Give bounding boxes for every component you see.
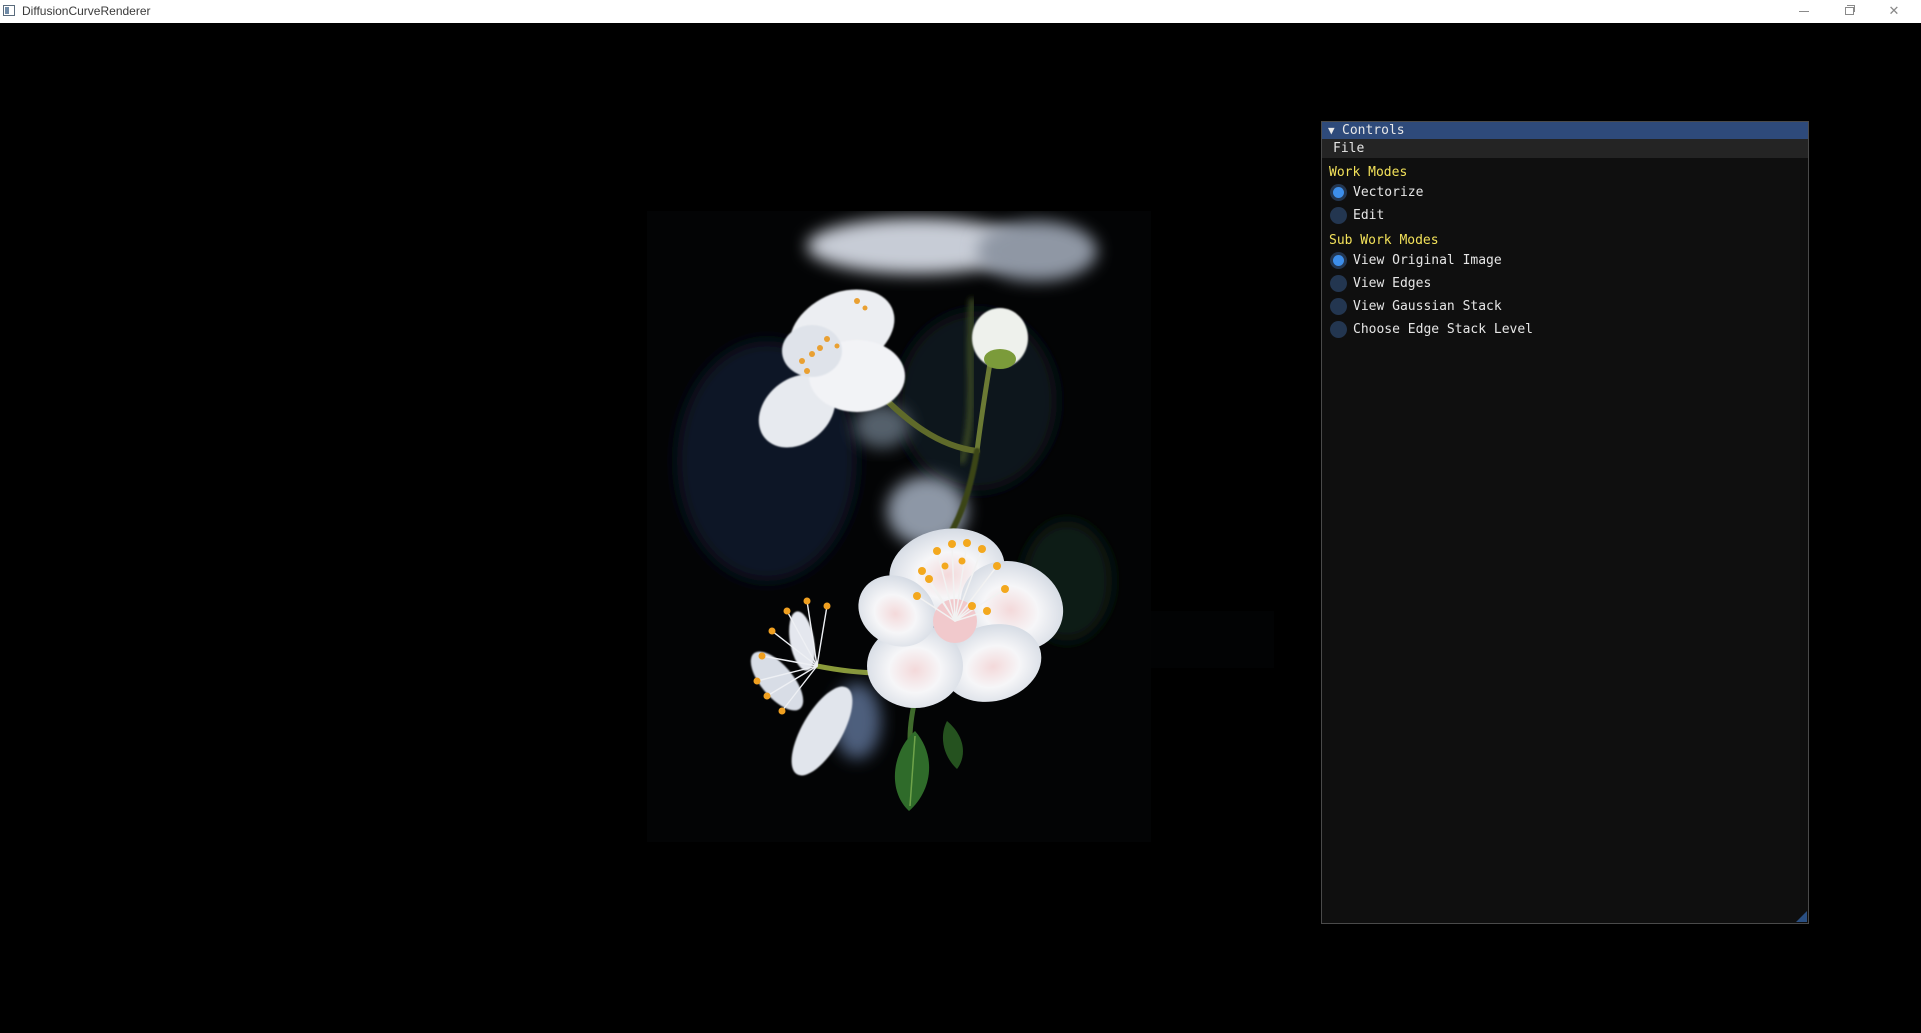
radio-button-icon[interactable] xyxy=(1330,321,1347,338)
controls-panel-header[interactable]: ▼ Controls xyxy=(1322,122,1808,139)
render-viewport[interactable]: ▼ Controls File Work Modes Vectorize Edi… xyxy=(0,23,1921,1033)
minimize-button[interactable] xyxy=(1781,0,1827,22)
panel-menubar: File xyxy=(1322,139,1808,158)
close-button[interactable]: ✕ xyxy=(1871,0,1917,22)
radio-button-icon[interactable] xyxy=(1330,184,1347,201)
sub-work-modes-label: Sub Work Modes xyxy=(1329,233,1439,248)
close-icon: ✕ xyxy=(1888,3,1900,19)
app-icon xyxy=(3,5,15,16)
radio-label: Vectorize xyxy=(1353,185,1424,200)
radio-button-icon[interactable] xyxy=(1330,275,1347,292)
restore-button[interactable] xyxy=(1826,0,1872,22)
window-title: DiffusionCurveRenderer xyxy=(22,4,151,18)
radio-label: Choose Edge Stack Level xyxy=(1353,322,1534,337)
radio-label: View Edges xyxy=(1353,276,1432,291)
flower-photo xyxy=(647,211,1151,842)
work-modes-label: Work Modes xyxy=(1329,165,1408,180)
radio-button-icon[interactable] xyxy=(1330,207,1347,224)
window-title-bar[interactable]: DiffusionCurveRenderer ✕ xyxy=(0,0,1921,23)
menu-file[interactable]: File xyxy=(1333,141,1364,156)
radio-label: Edit xyxy=(1353,208,1385,223)
radio-label: View Gaussian Stack xyxy=(1353,299,1502,314)
controls-panel[interactable]: ▼ Controls File Work Modes Vectorize Edi… xyxy=(1321,121,1809,924)
minimize-icon xyxy=(1799,10,1809,12)
photo-edge-extension xyxy=(1151,611,1274,668)
radio-label: View Original Image xyxy=(1353,253,1502,268)
restore-icon xyxy=(1844,5,1855,15)
radio-button-icon[interactable] xyxy=(1330,298,1347,315)
radio-button-icon[interactable] xyxy=(1330,252,1347,269)
collapse-arrow-icon[interactable]: ▼ xyxy=(1328,123,1335,138)
controls-panel-title: Controls xyxy=(1342,123,1405,138)
resize-grip-icon[interactable] xyxy=(1796,911,1807,922)
